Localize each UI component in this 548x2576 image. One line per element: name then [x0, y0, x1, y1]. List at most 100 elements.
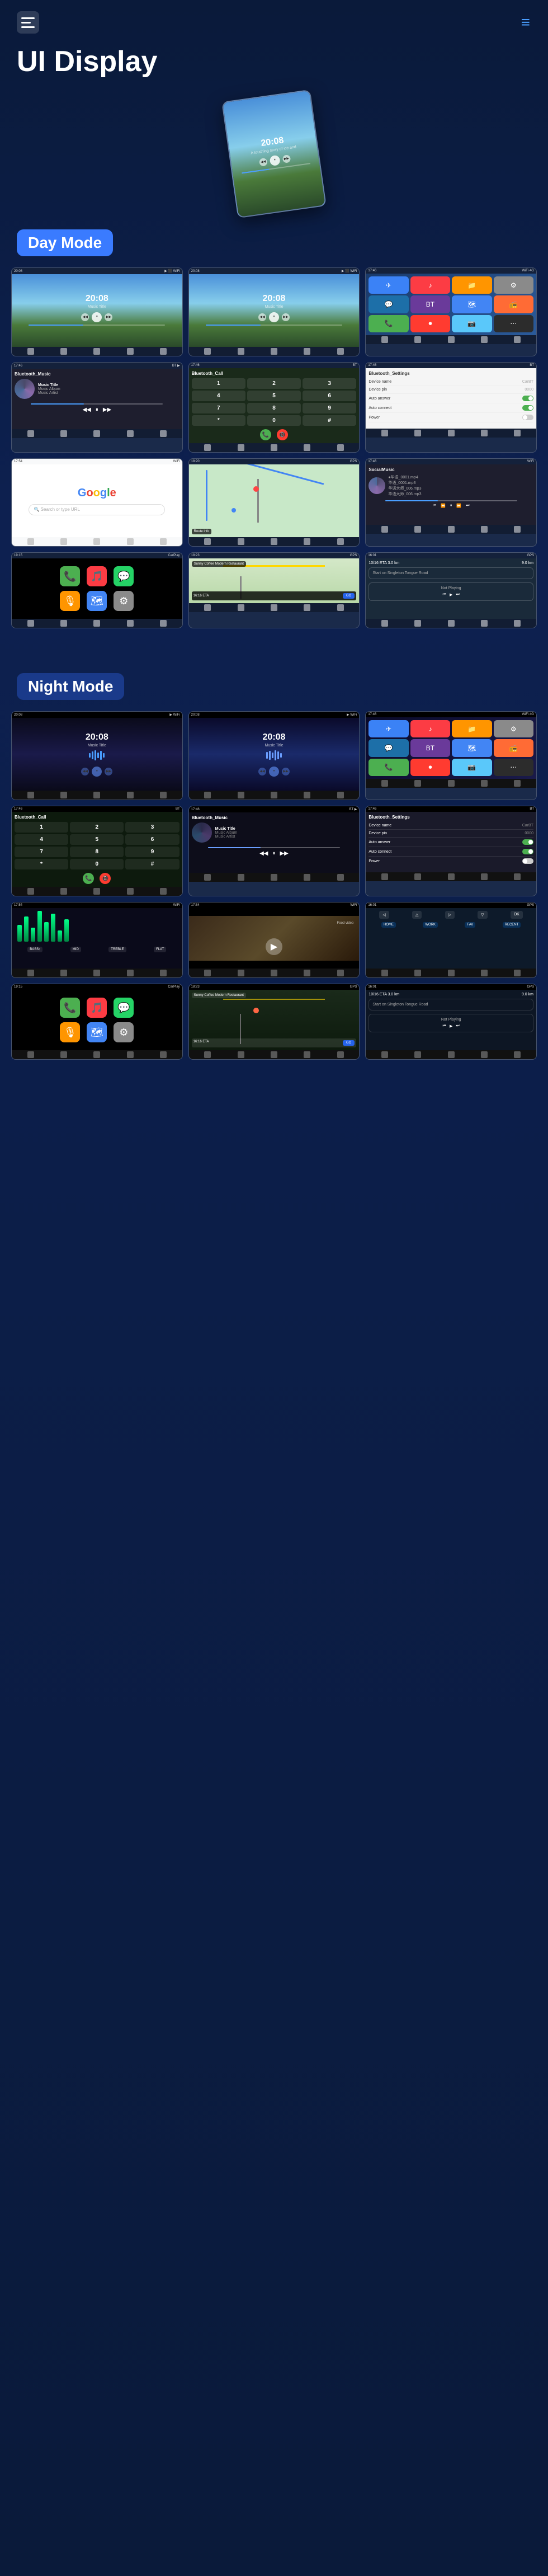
social-prev[interactable]: ⏮ [433, 504, 436, 508]
carplay-music[interactable]: 🎵 [87, 566, 107, 586]
eq-preset-4[interactable]: FLAT [154, 947, 166, 952]
night-call-reject[interactable]: 📵 [100, 873, 111, 884]
social-next[interactable]: ⏭ [466, 504, 469, 508]
night-app-more[interactable]: ⋯ [494, 759, 533, 776]
social-play[interactable]: ⏸ [450, 504, 452, 508]
night-app-camera[interactable]: 📷 [452, 759, 492, 776]
night-prev-bt[interactable]: ◀◀ [259, 850, 268, 857]
night-dial-7[interactable]: 7 [15, 847, 68, 857]
eq-preset-2[interactable]: MID [70, 947, 81, 952]
app-camera[interactable]: 📷 [452, 315, 492, 332]
nav-media-prev[interactable]: ⏮ [443, 593, 446, 597]
night-media-play[interactable]: ▶ [450, 1024, 452, 1028]
night-nav-preset-4[interactable]: RECENT [503, 922, 521, 928]
call-accept-btn[interactable]: 📞 [260, 429, 271, 440]
night-app-maps[interactable]: 🗺 [452, 739, 492, 756]
dial-hash[interactable]: # [303, 415, 356, 426]
night-play-1[interactable]: ⏸ [92, 767, 102, 777]
night-carplay-messages[interactable]: 💬 [114, 998, 134, 1018]
night-nav-btn-2[interactable]: △ [412, 911, 422, 919]
night-nav-preset-2[interactable]: WORK [423, 922, 438, 928]
night-dial-4[interactable]: 4 [15, 834, 68, 845]
night-prev-1[interactable]: ◀◀ [81, 768, 89, 775]
social-rew[interactable]: ⏪ [441, 504, 446, 508]
eq-preset-1[interactable]: BASS↑ [27, 947, 42, 952]
auto-answer-toggle[interactable] [522, 396, 533, 401]
dial-2[interactable]: 2 [247, 378, 301, 389]
night-auto-connect-toggle[interactable] [522, 849, 533, 854]
nav-media-next[interactable]: ⏭ [456, 593, 459, 597]
prev-btn-1[interactable]: ◀◀ [81, 313, 89, 321]
prev-btn-2[interactable]: ◀◀ [258, 313, 266, 321]
google-search-input[interactable]: 🔍 Search or type URL [29, 504, 165, 515]
carplay-settings-icon[interactable]: ⚙ [114, 591, 134, 611]
social-fwd[interactable]: ⏩ [456, 504, 461, 508]
app-record[interactable]: ⏺ [410, 315, 450, 332]
night-media-next[interactable]: ⏭ [456, 1024, 459, 1028]
play-btn-1[interactable]: ⏸ [92, 312, 102, 322]
night-carplay-settings[interactable]: ⚙ [114, 1022, 134, 1042]
app-settings[interactable]: ⚙ [494, 276, 533, 294]
app-maps[interactable]: 🗺 [452, 295, 492, 313]
night-dial-5[interactable]: 5 [70, 834, 124, 845]
night-carplay-phone[interactable]: 📞 [60, 998, 80, 1018]
night-app-settings[interactable]: ⚙ [494, 720, 533, 737]
night-prev-2[interactable]: ◀◀ [258, 768, 266, 775]
night-carplay-maps[interactable]: 🗺 [87, 1022, 107, 1042]
night-nav-btn-3[interactable]: ▷ [445, 911, 455, 919]
night-dial-hash[interactable]: # [125, 859, 179, 869]
night-dial-9[interactable]: 9 [125, 847, 179, 857]
menu-icon[interactable] [17, 11, 39, 34]
night-app-radio[interactable]: 📻 [494, 739, 533, 756]
carplay-podcast[interactable]: 🎙 [60, 591, 80, 611]
night-carplay-music[interactable]: 🎵 [87, 998, 107, 1018]
auto-connect-toggle[interactable] [522, 405, 533, 411]
night-carplay-podcast[interactable]: 🎙 [60, 1022, 80, 1042]
night-app-music[interactable]: ♪ [410, 720, 450, 737]
night-app-record[interactable]: ⏺ [410, 759, 450, 776]
nav-lines-icon[interactable]: ≡ [521, 13, 531, 31]
night-app-telegram[interactable]: ✈ [369, 720, 408, 737]
carplay-messages[interactable]: 💬 [114, 566, 134, 586]
night-app-bt[interactable]: BT [410, 739, 450, 756]
night-nav-btn-1[interactable]: ◁ [379, 911, 389, 919]
dial-6[interactable]: 6 [303, 391, 356, 401]
play-btn-2[interactable]: ⏸ [269, 312, 279, 322]
app-bt[interactable]: BT [410, 295, 450, 313]
night-app-wechat[interactable]: 💬 [369, 739, 408, 756]
dial-star[interactable]: * [192, 415, 245, 426]
night-auto-answer-toggle[interactable] [522, 839, 533, 845]
prev-icon-bt[interactable]: ◀◀ [82, 407, 91, 413]
power-toggle[interactable] [522, 415, 533, 420]
app-phone[interactable]: 📞 [369, 315, 408, 332]
night-next-2[interactable]: ▶▶ [282, 768, 290, 775]
app-radio[interactable]: 📻 [494, 295, 533, 313]
carplay-maps[interactable]: 🗺 [87, 591, 107, 611]
next-icon-bt[interactable]: ▶▶ [103, 407, 111, 413]
night-next-bt[interactable]: ▶▶ [280, 850, 288, 857]
night-play-bt[interactable]: ⏸ [272, 850, 275, 857]
night-go-btn[interactable]: GO [343, 1040, 355, 1046]
app-telegram[interactable]: ✈ [369, 276, 408, 294]
night-power-toggle[interactable] [522, 858, 533, 864]
night-nav-preset-3[interactable]: FAV [465, 922, 475, 928]
dial-4[interactable]: 4 [192, 391, 245, 401]
night-dial-6[interactable]: 6 [125, 834, 179, 845]
night-dial-2[interactable]: 2 [70, 822, 124, 833]
video-play-btn[interactable]: ▶ [266, 938, 282, 955]
night-nav-btn-4[interactable]: ▽ [478, 911, 487, 919]
eq-preset-3[interactable]: TREBLE [108, 947, 126, 952]
night-dial-3[interactable]: 3 [125, 822, 179, 833]
night-dial-0[interactable]: 0 [70, 859, 124, 869]
dial-7[interactable]: 7 [192, 403, 245, 413]
night-next-1[interactable]: ▶▶ [105, 768, 112, 775]
play-icon-bt[interactable]: ⏸ [96, 407, 98, 413]
night-app-phone[interactable]: 📞 [369, 759, 408, 776]
dial-1[interactable]: 1 [192, 378, 245, 389]
night-dial-star[interactable]: * [15, 859, 68, 869]
dial-8[interactable]: 8 [247, 403, 301, 413]
next-btn-1[interactable]: ▶▶ [105, 313, 112, 321]
call-reject-btn[interactable]: 📵 [277, 429, 288, 440]
night-dial-8[interactable]: 8 [70, 847, 124, 857]
app-more[interactable]: ⋯ [494, 315, 533, 332]
